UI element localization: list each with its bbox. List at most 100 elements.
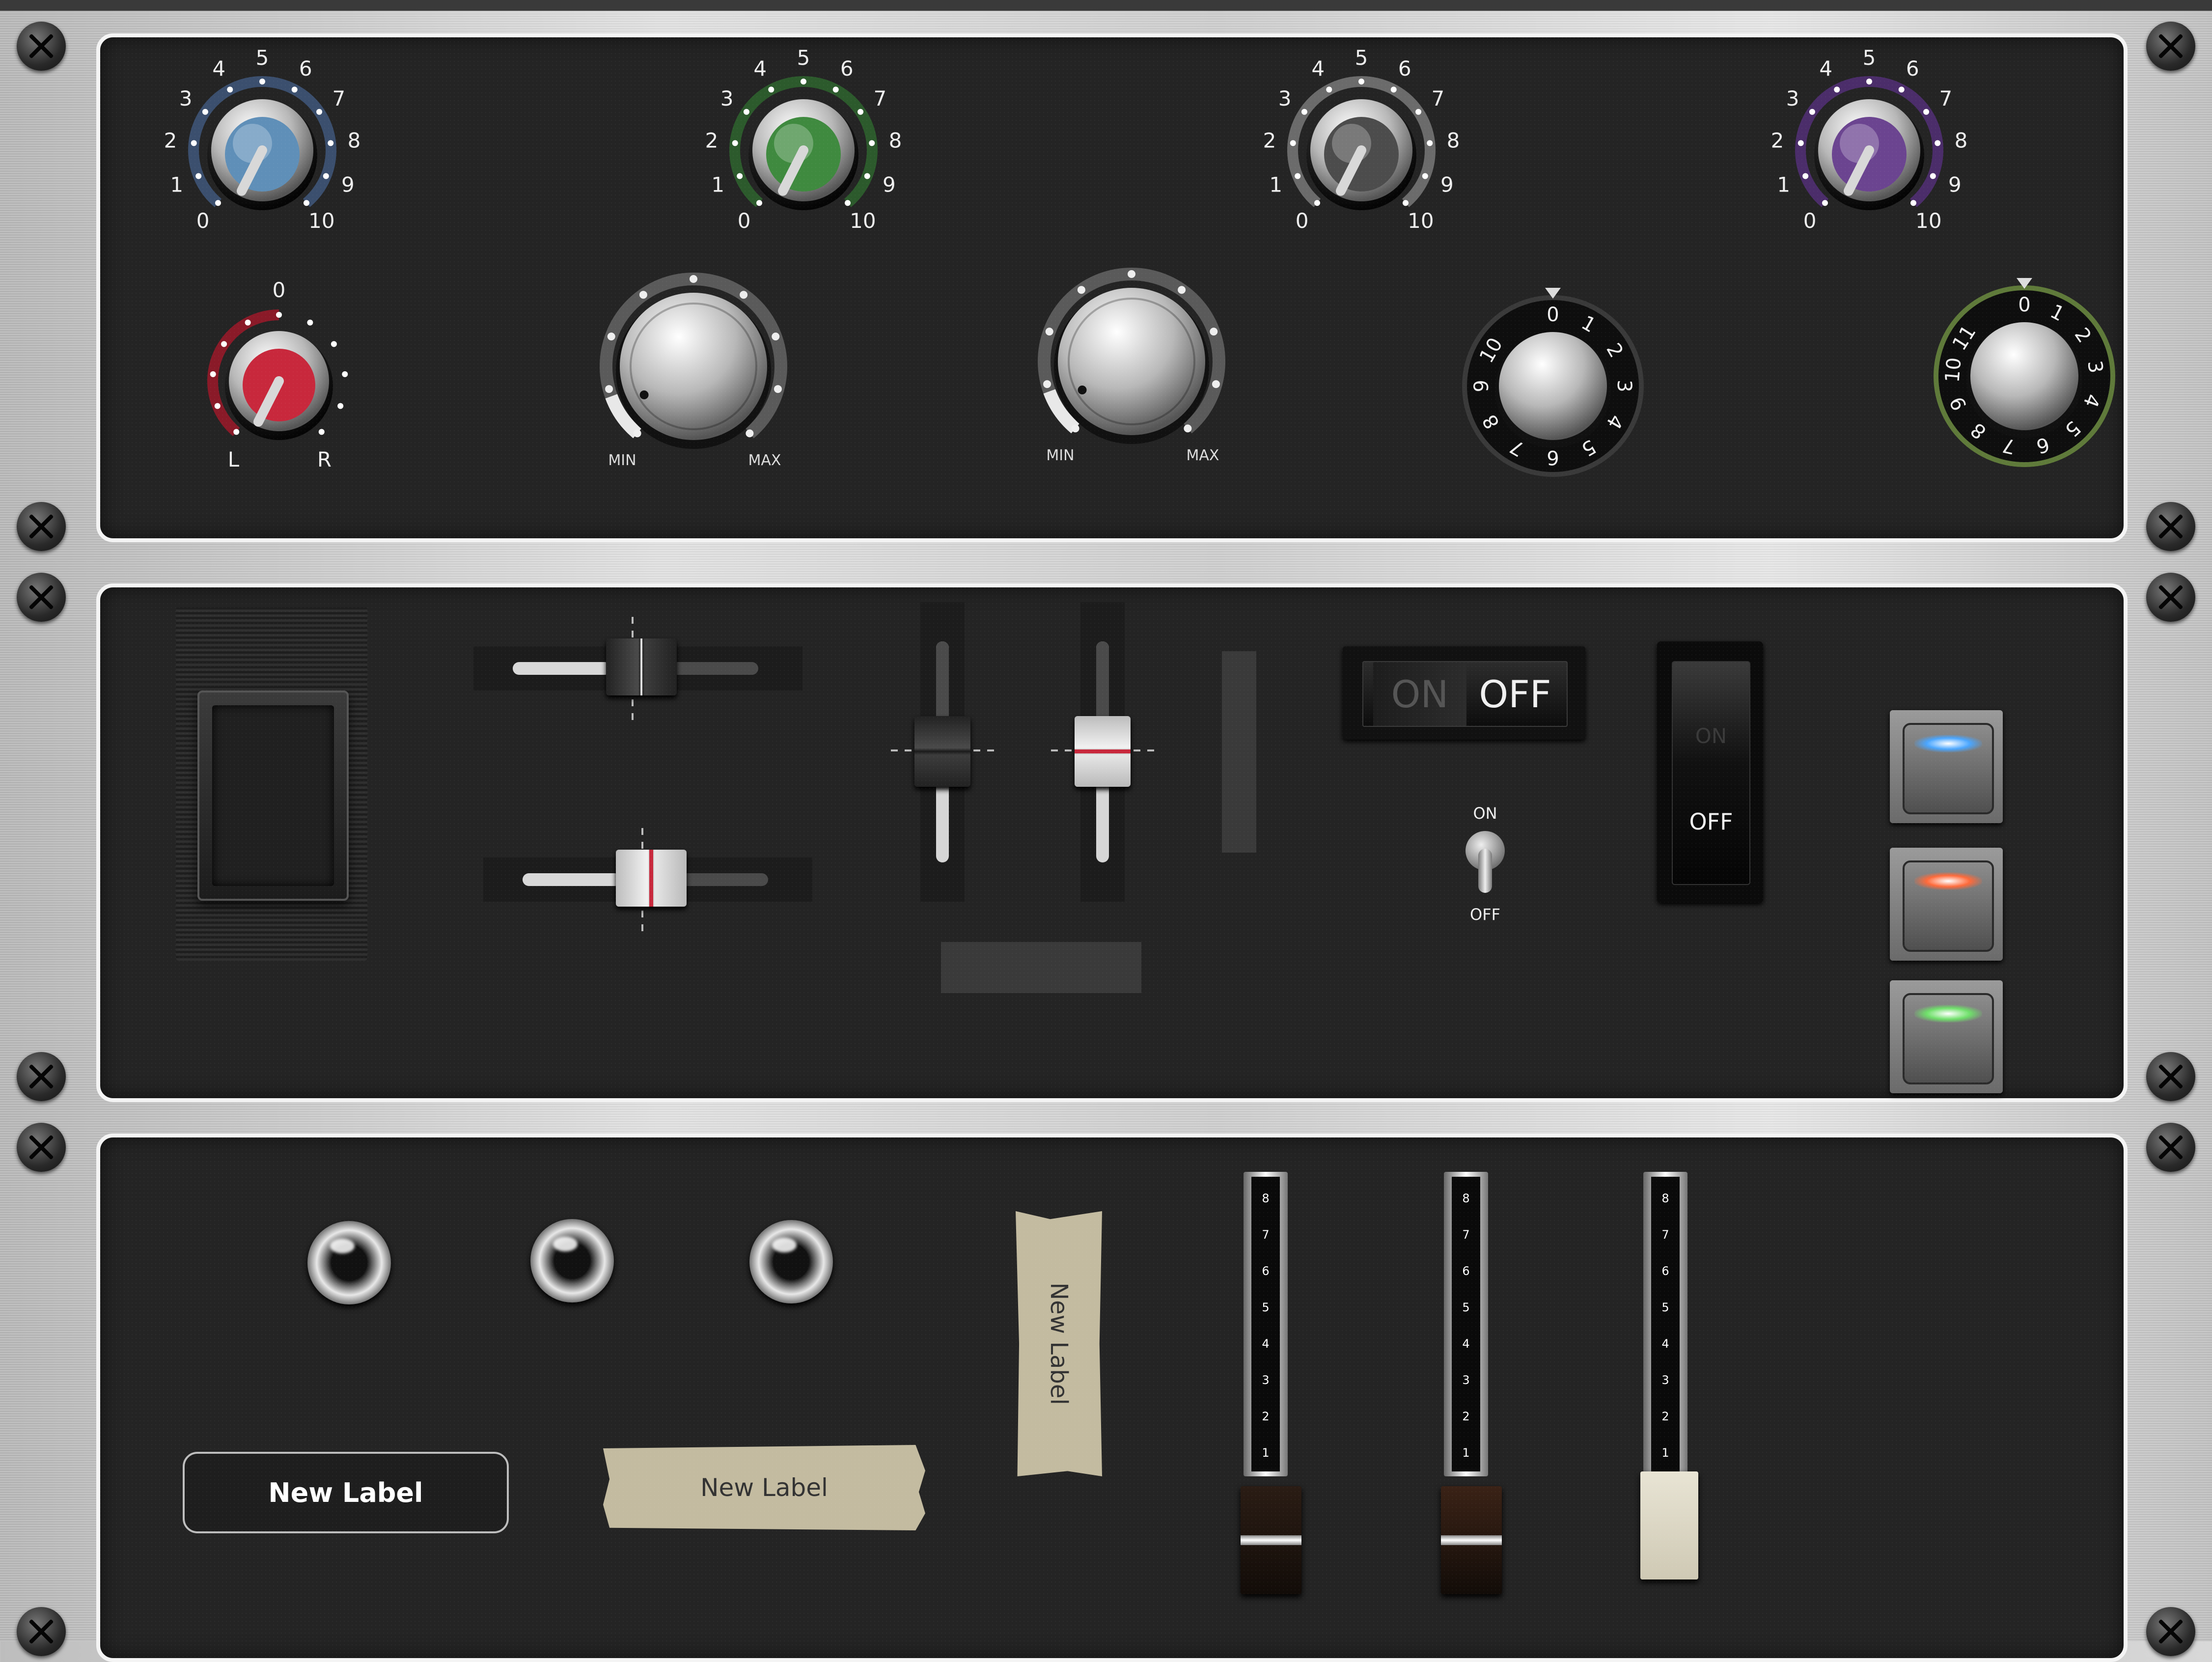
numbered-dial-knob-1[interactable]: 0 12345678910 [1462,288,1644,477]
screw-icon [17,1607,66,1656]
fader-scale-label: 4 [1462,1337,1470,1351]
colored-knob-3[interactable]: 01 234 5 678 910 [1263,46,1460,233]
screw-icon [2146,1052,2195,1101]
fader-scale-label: 1 [1262,1446,1270,1460]
tape-label-vertical-strip: New Label [1016,1211,1102,1476]
knob-scale-label: 4 [1311,56,1325,81]
screw-icon [2146,22,2195,71]
range-knob-2[interactable]: MIN MAX [1038,268,1225,464]
knob-scale-label: 5 [797,46,810,70]
led-indicator-icon [1914,872,1982,890]
knob-scale-label: 7 [1939,86,1952,111]
knob-scale-label: 6 [840,56,854,81]
horizontal-slider-thumb-1[interactable] [606,638,677,695]
fader-scale-label: 4 [1262,1337,1270,1351]
tape-label-horizontal: New Label [603,1445,925,1530]
dial-number-label: 0 [2018,294,2030,316]
control-panel: New Label New Label New Label 8 7 6 5 4 3 2 1 8 7… [96,1134,2128,1662]
led-button-1[interactable] [1890,710,2003,823]
led-indicator-icon [1914,1005,1982,1023]
knob-scale-label: 3 [179,86,193,111]
audio-jack-1[interactable] [307,1221,391,1304]
fader-scale-label: 2 [1661,1410,1669,1423]
fader-scale-label: 8 [1262,1191,1270,1205]
led-button-2[interactable] [1890,848,2003,961]
knob-scale-label: 8 [889,128,902,152]
colored-knob-1[interactable]: 01 234 5 678 9 10 [164,46,361,233]
on-off-rocker-switch[interactable]: ON OFF [1343,646,1585,740]
colored-knob-2[interactable]: 01 234 5 678 9 10 [705,46,902,233]
dial-number-label: 9 [1470,380,1493,392]
pan-knob-right-label: R [317,447,332,471]
dial-number-label: 6 [1547,446,1559,469]
horizontal-meter-placeholder [941,942,1141,993]
knob-scale-label: 8 [1447,128,1460,152]
knob-scale-label: 10 [308,209,334,233]
knob-scale-label: 2 [1771,128,1784,152]
colored-knob-4[interactable]: 01 234 5 678 9 10 [1771,46,1968,233]
knob-scale-label: 1 [1777,172,1790,196]
fader-scale-label: 3 [1462,1373,1470,1387]
screw-icon [17,502,66,551]
rocker-off-label: OFF [1479,672,1551,716]
range-knob-min-label: MIN [1046,447,1074,464]
knob-scale-label: 0 [1803,209,1817,233]
knob-scale-label: 5 [256,46,269,70]
fader-scale-label: 7 [1661,1228,1669,1242]
horizontal-slider-track-1 [473,617,802,720]
fader-scale-label: 1 [1462,1446,1470,1460]
pan-knob[interactable]: 0 L R [207,278,348,471]
vertical-fader-track-2 [1051,602,1154,902]
knob-scale-label: 9 [1440,172,1454,196]
audio-jack-2[interactable] [530,1219,614,1302]
numbered-dial-knob-2[interactable]: 0 1234567891011 [1934,278,2115,467]
range-knob-min-label: MIN [608,452,636,469]
fader-cap[interactable] [1640,1471,1698,1579]
knob-scale-label: 10 [850,209,876,233]
knob-scale-label: 1 [711,172,724,196]
rack-unit-controls: New Label New Label New Label 8 7 6 5 4 3 2 1 8 7… [0,1111,2212,1662]
dial-number-label: 10 [1941,357,1965,384]
channel-fader-3[interactable]: 8 7 6 5 4 3 2 1 [1640,1172,1698,1594]
rocker-pad-housing [176,607,367,961]
dial-number-label: 0 [1547,304,1559,326]
knob-scale-label: 0 [738,209,751,233]
knob-scale-label: 7 [332,86,345,111]
fader-cap[interactable] [1241,1486,1301,1594]
channel-fader-1[interactable]: 8 7 6 5 4 3 2 1 [1241,1172,1301,1594]
rocker-on-label: ON [1373,662,1466,726]
knob-scale-label: 1 [1269,172,1282,196]
toggle-switch[interactable] [1465,831,1505,893]
knob-scale-label: 0 [1296,209,1309,233]
knob-scale-label: 9 [341,172,355,196]
knob-scale-label: 1 [170,172,183,196]
channel-fader-2[interactable]: 8 7 6 5 4 3 2 1 [1441,1172,1502,1594]
knob-scale-label: 9 [883,172,896,196]
led-button-3[interactable] [1890,980,2003,1093]
fader-scale-label: 2 [1262,1410,1270,1423]
vertical-fader-thumb-1[interactable] [914,716,970,787]
fader-scale-label: 3 [1262,1373,1270,1387]
knob-scale-label: 0 [196,209,210,233]
knob-panel: 0 1 2 3 4 5 6 7 8 9 10 0 1 2 3 4 5 6 7 8 9 10 0 1 2 3 4 5 6 7 8 9 10 0 1 2 3… [96,33,2128,542]
fader-scale-label: 8 [1462,1191,1470,1205]
toggle-off-label: OFF [1470,905,1500,924]
knob-scale-label: 6 [1398,56,1411,81]
fader-cap[interactable] [1441,1486,1502,1594]
knob-scale-label: 10 [1915,209,1941,233]
vertical-rocker-off-label: OFF [1689,808,1733,835]
knob-scale-label: 5 [1355,46,1368,70]
fader-scale-label: 7 [1262,1228,1270,1242]
vertical-fader-thumb-2[interactable] [1075,716,1131,787]
vertical-rocker-switch[interactable]: ON OFF [1657,641,1763,903]
horizontal-slider-thumb-2[interactable] [616,850,687,907]
rocker-pad-button[interactable] [197,691,349,901]
screw-icon [2146,573,2195,622]
top-toolbar-strip [0,0,2212,11]
rack-unit-switches: ON OFF ON OFF ON OFF [0,561,2212,1111]
range-knob-1[interactable]: MIN MAX [600,273,787,469]
audio-jack-3[interactable] [749,1220,833,1303]
knob-scale-label: 5 [1863,46,1876,70]
knob-scale-label: 8 [1955,128,1968,152]
knob-scale-label: 10 [1408,209,1434,233]
